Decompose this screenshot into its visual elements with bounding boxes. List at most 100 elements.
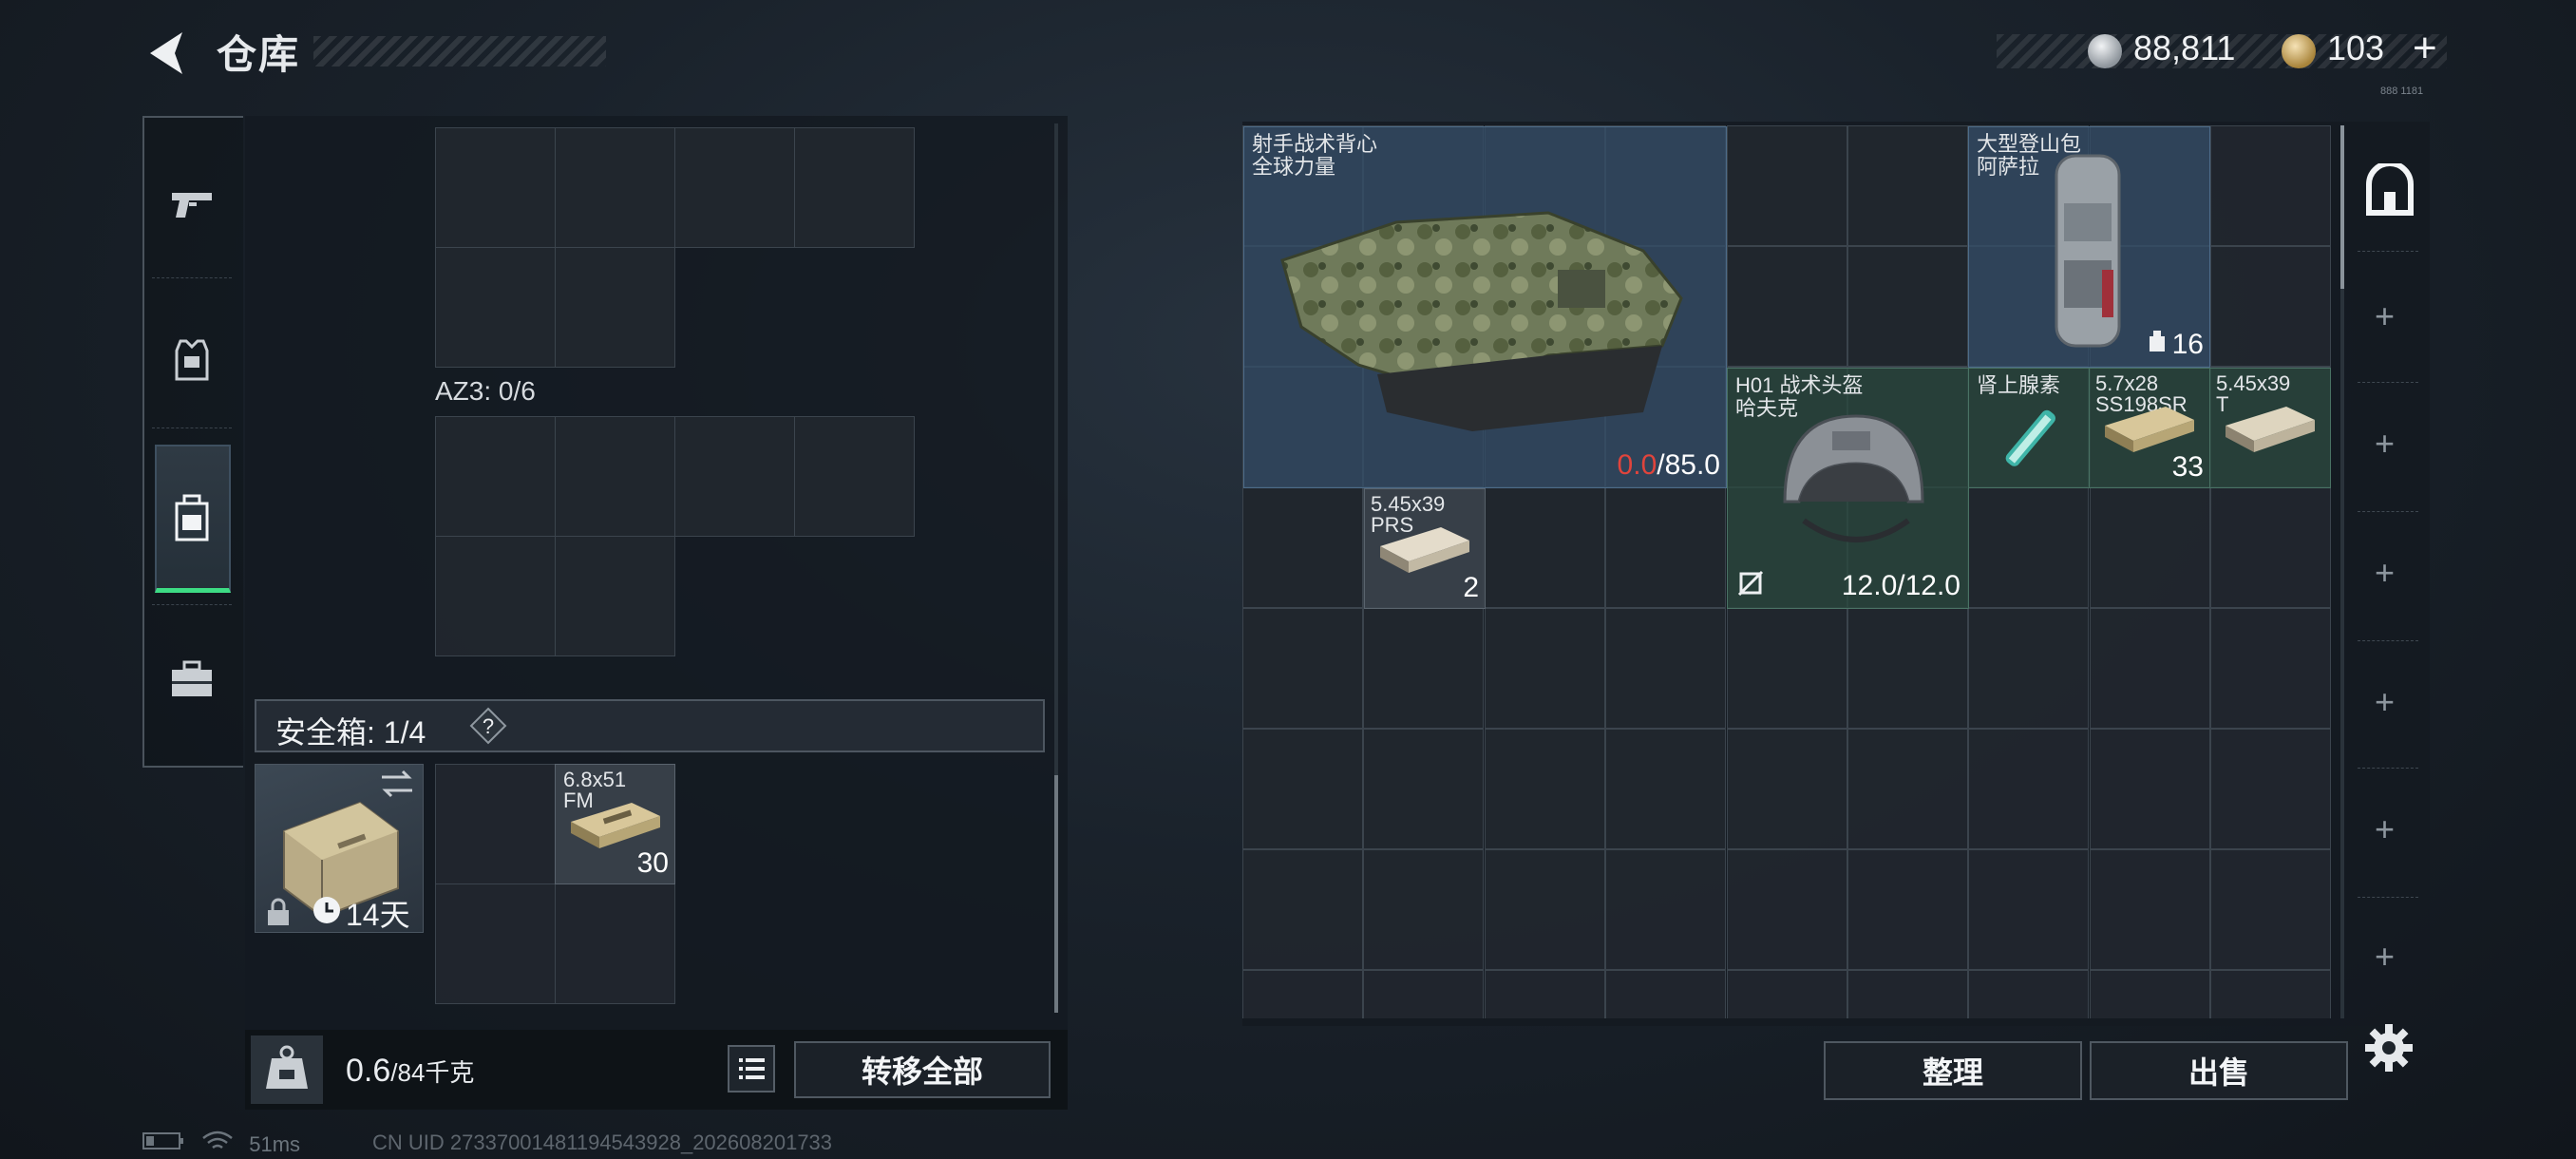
stash-cell[interactable]	[2210, 970, 2331, 1018]
inventory-cell[interactable]	[674, 127, 795, 248]
stash-cell[interactable]	[1847, 970, 1968, 1018]
stash-cell[interactable]	[1485, 487, 1605, 608]
inventory-cell[interactable]	[555, 416, 675, 537]
inventory-cell[interactable]	[555, 127, 675, 248]
item-ammo-545x39-t[interactable]: 5.45x39 T	[2209, 368, 2331, 488]
stash-cell[interactable]	[2210, 246, 2331, 367]
left-scrollbar-thumb[interactable]	[1054, 775, 1058, 1013]
stash-cell[interactable]	[1727, 729, 1847, 849]
stash-cell[interactable]	[1727, 849, 1847, 970]
stash-cell[interactable]	[1605, 729, 1726, 849]
stash-cell[interactable]	[1968, 487, 2089, 608]
add-page-icon[interactable]: +	[2375, 553, 2395, 593]
stash-cell[interactable]	[1968, 729, 2089, 849]
category-armor[interactable]	[142, 289, 241, 431]
stash-cell[interactable]	[1485, 729, 1605, 849]
stash-cell[interactable]	[2090, 729, 2210, 849]
gear-icon[interactable]	[2363, 1022, 2415, 1074]
stash-cell[interactable]	[2090, 487, 2210, 608]
ping-text: 51ms	[249, 1132, 301, 1156]
category-backpack[interactable]	[142, 446, 241, 589]
stash-cell[interactable]	[1605, 970, 1726, 1018]
gold-balance: 103	[2327, 28, 2385, 67]
weight-icon	[266, 1045, 308, 1089]
stash-scrollbar-thumb[interactable]	[2340, 125, 2344, 289]
stash-cell[interactable]	[1363, 970, 1484, 1018]
stash-cell[interactable]	[1968, 970, 2089, 1018]
swap-icon[interactable]	[378, 768, 416, 800]
inventory-cell[interactable]	[794, 127, 915, 248]
item-large-backpack[interactable]: 大型登山包 阿萨拉 16	[1968, 126, 2210, 368]
stash-cell[interactable]	[1242, 849, 1363, 970]
inventory-cell[interactable]	[555, 247, 675, 368]
stash-cell[interactable]	[1485, 970, 1605, 1018]
stash-cell[interactable]	[1847, 125, 1968, 246]
stash-cell[interactable]	[1847, 608, 1968, 729]
stash-cell[interactable]	[1847, 729, 1968, 849]
add-page-icon[interactable]: +	[2375, 937, 2395, 977]
stash-cell[interactable]	[1363, 849, 1484, 970]
inventory-cell[interactable]	[435, 764, 556, 884]
stash-cell[interactable]	[1605, 849, 1726, 970]
stash-cell[interactable]	[1727, 608, 1847, 729]
item-subname: 阿萨拉	[1977, 155, 2040, 179]
inventory-cell[interactable]	[555, 884, 675, 1004]
inventory-cell[interactable]	[435, 247, 556, 368]
list-icon	[739, 1058, 765, 1079]
stash-cell[interactable]	[1968, 849, 2089, 970]
stash-cell[interactable]	[1242, 970, 1363, 1018]
stash-cell[interactable]	[1363, 608, 1484, 729]
item-tactical-helmet[interactable]: H01 战术头盔 哈夫克 12.0/12.0	[1727, 368, 1969, 609]
item-ammo-545x39-prs[interactable]: 5.45x39 PRS 2	[1364, 488, 1486, 609]
stash-cell[interactable]	[1605, 487, 1726, 608]
pistol-icon	[172, 193, 212, 218]
stash-cell[interactable]	[1363, 729, 1484, 849]
inventory-cell[interactable]	[674, 416, 795, 537]
stash-cell[interactable]	[1242, 487, 1363, 608]
inventory-cell[interactable]	[435, 536, 556, 656]
sell-button[interactable]: 出售	[2090, 1041, 2348, 1100]
stash-cell[interactable]	[1727, 970, 1847, 1018]
category-case[interactable]	[142, 608, 241, 750]
add-page-icon[interactable]: +	[2375, 809, 2395, 849]
stash-cell[interactable]	[1968, 608, 2089, 729]
add-page-icon[interactable]: +	[2375, 682, 2395, 722]
stash-cell[interactable]	[2210, 849, 2331, 970]
add-page-icon[interactable]: +	[2375, 424, 2395, 464]
stash-cell[interactable]	[1727, 246, 1847, 367]
inventory-cell[interactable]	[435, 127, 556, 248]
stash-cell[interactable]	[2210, 487, 2331, 608]
inventory-cell[interactable]	[794, 416, 915, 537]
item-tactical-vest[interactable]: 射手战术背心 全球力量 0.0/85.0	[1243, 126, 1727, 488]
item-adrenaline[interactable]: 肾上腺素	[1968, 368, 2090, 488]
stash-cell[interactable]	[1242, 608, 1363, 729]
stash-cell[interactable]	[2090, 970, 2210, 1018]
add-page-icon[interactable]: +	[2375, 296, 2395, 336]
stash-cell[interactable]	[2090, 608, 2210, 729]
inventory-cell[interactable]	[435, 884, 556, 1004]
stash-cell[interactable]	[2210, 125, 2331, 246]
help-icon[interactable]: ?	[469, 707, 507, 745]
sort-button[interactable]: 整理	[1824, 1041, 2082, 1100]
stash-home-icon[interactable]	[2363, 163, 2416, 217]
inventory-cell[interactable]	[435, 416, 556, 537]
stash-cell[interactable]	[1847, 246, 1968, 367]
stash-cell[interactable]	[2090, 849, 2210, 970]
stash-cell[interactable]	[1485, 608, 1605, 729]
stash-cell[interactable]	[1605, 608, 1726, 729]
stash-cell[interactable]	[2210, 608, 2331, 729]
back-arrow-icon[interactable]	[141, 27, 194, 80]
stash-cell[interactable]	[2210, 729, 2331, 849]
stash-cell[interactable]	[1847, 849, 1968, 970]
ammo-item-68x51[interactable]: 6.8x51 FM 30	[555, 764, 675, 884]
category-weapons[interactable]	[142, 133, 241, 276]
page-divider	[2358, 768, 2418, 769]
transfer-all-button[interactable]: 转移全部	[794, 1041, 1051, 1098]
list-view-button[interactable]	[728, 1045, 775, 1092]
stash-cell[interactable]	[1727, 125, 1847, 246]
add-currency-button[interactable]: +	[2413, 25, 2437, 72]
stash-cell[interactable]	[1485, 849, 1605, 970]
item-ammo-57x28[interactable]: 5.7x28 SS198SR 33	[2089, 368, 2210, 488]
stash-cell[interactable]	[1242, 729, 1363, 849]
inventory-cell[interactable]	[555, 536, 675, 656]
